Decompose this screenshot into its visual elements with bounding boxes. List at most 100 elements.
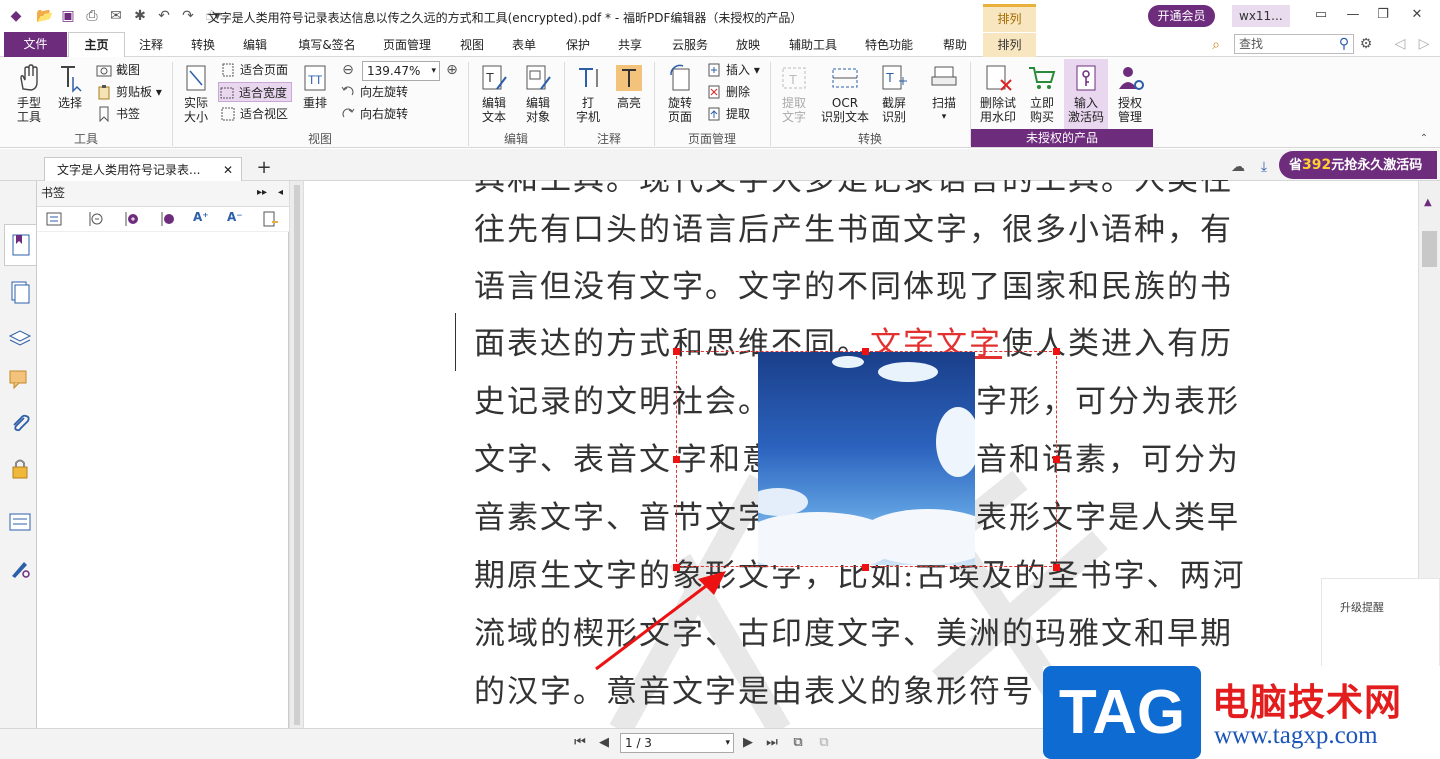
rotate-page-button[interactable]: 旋转 页面	[660, 63, 700, 124]
license-manage-button[interactable]: 授权 管理	[1110, 63, 1150, 124]
form-fields-icon[interactable]	[8, 510, 32, 534]
signature-icon[interactable]	[8, 556, 32, 580]
menu-arrange[interactable]: 排列	[983, 33, 1036, 57]
download-icon[interactable]: ⤓	[1256, 159, 1272, 175]
scroll-up-icon[interactable]: ▲	[1424, 197, 1432, 208]
menu-view[interactable]: 视图	[450, 33, 494, 57]
attachment-icon[interactable]	[8, 412, 32, 436]
scroll-thumb[interactable]	[1422, 231, 1437, 267]
rotate-left-button[interactable]: 向左旋转	[340, 82, 408, 102]
resize-handle[interactable]	[1053, 348, 1060, 355]
typewriter-button[interactable]: 打 字机	[570, 63, 606, 124]
delete-page-button[interactable]: 删除	[706, 82, 750, 102]
resize-handle[interactable]	[1053, 564, 1060, 571]
ocr-button[interactable]: OCR 识别文本	[818, 63, 872, 124]
restore-ribbon-icon[interactable]: ▭	[1306, 4, 1336, 26]
resize-handle[interactable]	[673, 348, 680, 355]
vip-button[interactable]: 开通会员	[1148, 5, 1215, 27]
insert-page-button[interactable]: 插入 ▾	[706, 60, 760, 80]
search-folder-icon[interactable]: ⌕	[1208, 37, 1224, 53]
menu-comment[interactable]: 注释	[128, 33, 174, 57]
next-view-icon[interactable]: ⧉	[816, 735, 832, 751]
clipboard-button[interactable]: 剪贴板 ▾	[96, 82, 162, 102]
maximize-icon[interactable]: ❐	[1368, 4, 1398, 26]
remove-watermark-button[interactable]: 删除试 用水印	[976, 63, 1020, 124]
zoom-in-icon[interactable]: ⊕	[444, 62, 460, 78]
zoom-select[interactable]: 139.47% ▾	[362, 61, 440, 81]
scan-button[interactable]: 扫描 ▾	[926, 63, 962, 124]
last-page-icon[interactable]: ⏭	[764, 735, 780, 751]
settings-icon[interactable]: ⚙	[1358, 36, 1374, 52]
collapse-ribbon-icon[interactable]: ⌃	[1416, 131, 1432, 147]
first-page-icon[interactable]: ⏮	[572, 735, 588, 751]
delete-bookmark-icon[interactable]	[87, 210, 105, 228]
next-page-icon[interactable]: ▶	[740, 735, 756, 751]
previous-view-icon[interactable]: ⧉	[790, 735, 806, 751]
forward-icon[interactable]: ▷	[1416, 36, 1432, 52]
document-tab[interactable]: 文字是人类用符号记录表... ✕	[44, 157, 242, 182]
new-tab-icon[interactable]: +	[256, 159, 272, 177]
menu-slideshow[interactable]: 放映	[726, 33, 770, 57]
menu-fill-sign[interactable]: 填写&签名	[288, 33, 366, 57]
context-tab-arrange[interactable]: 排列	[983, 4, 1036, 32]
bookmark-button[interactable]: 书签	[96, 104, 140, 124]
resize-handle[interactable]	[673, 456, 680, 463]
minimize-icon[interactable]: —	[1338, 4, 1368, 26]
edit-object-button[interactable]: 编辑 对象	[516, 63, 560, 124]
fit-page-button[interactable]: 适合页面	[220, 60, 288, 80]
lock-icon[interactable]	[8, 456, 32, 480]
edit-text-button[interactable]: T 编辑 文本	[474, 63, 514, 124]
screenshot-button[interactable]: 截图	[96, 60, 140, 80]
actual-size-button[interactable]: 实际 大小	[176, 63, 216, 124]
panel-splitter[interactable]	[289, 181, 304, 728]
resize-handle[interactable]	[1053, 456, 1060, 463]
menu-accessibility[interactable]: 辅助工具	[780, 33, 846, 57]
close-tab-icon[interactable]: ✕	[223, 158, 233, 183]
buy-now-button[interactable]: 立即 购买	[1022, 63, 1062, 124]
menu-page-manage[interactable]: 页面管理	[374, 33, 440, 57]
screen-ocr-button[interactable]: T 截屏 识别	[874, 63, 914, 124]
menu-share[interactable]: 共享	[608, 33, 652, 57]
expand-all-icon[interactable]	[45, 210, 63, 228]
enter-code-button[interactable]: 输入 激活码	[1064, 59, 1108, 129]
menu-convert[interactable]: 转换	[180, 33, 226, 57]
font-decrease-icon[interactable]: A⁻	[227, 210, 245, 228]
user-account[interactable]: wx11...	[1232, 5, 1290, 27]
menu-form[interactable]: 表单	[502, 33, 546, 57]
prev-page-icon[interactable]: ◀	[596, 735, 612, 751]
cloud-icon[interactable]: ☁	[1230, 159, 1246, 175]
collapse-panel-icon[interactable]: ◂	[278, 181, 283, 205]
comments-icon[interactable]	[8, 368, 32, 392]
menu-edit[interactable]: 编辑	[232, 33, 278, 57]
extract-page-button[interactable]: 提取	[706, 104, 750, 124]
search-icon[interactable]: ⚲	[1336, 36, 1352, 52]
promo-banner[interactable]: 省392元抢永久激活码	[1279, 151, 1437, 179]
font-increase-icon[interactable]: A⁺	[193, 210, 211, 228]
image-selection-box[interactable]	[676, 351, 1057, 567]
menu-help[interactable]: 帮助	[932, 33, 978, 57]
zoom-out-icon[interactable]: ⊖	[340, 62, 356, 78]
page-number-select[interactable]: 1 / 3 ▾	[620, 733, 734, 753]
rotate-right-button[interactable]: 向右旋转	[340, 104, 408, 124]
pages-icon[interactable]	[8, 280, 32, 304]
resize-handle[interactable]	[862, 564, 869, 571]
highlight-button[interactable]: 高亮	[610, 63, 648, 110]
menu-features[interactable]: 特色功能	[856, 33, 922, 57]
fit-width-button[interactable]: 适合宽度	[218, 82, 293, 102]
menu-home[interactable]: 主页	[68, 32, 125, 58]
search-bookmark-icon[interactable]	[159, 210, 177, 228]
fit-view-button[interactable]: 适合视区	[220, 104, 288, 124]
add-bookmark-icon[interactable]	[123, 210, 141, 228]
hand-tool-button[interactable]: 手型 工具	[8, 63, 50, 124]
panel-options-icon[interactable]: ▸▸	[257, 181, 267, 205]
extract-text-button[interactable]: T 提取 文字	[774, 63, 814, 124]
menu-protect[interactable]: 保护	[556, 33, 600, 57]
back-icon[interactable]: ◁	[1392, 36, 1408, 52]
menu-file[interactable]: 文件	[4, 32, 67, 57]
upgrade-notice[interactable]: 升级提醒	[1321, 578, 1440, 668]
menu-cloud[interactable]: 云服务	[664, 33, 716, 57]
layers-icon[interactable]	[8, 324, 32, 348]
resize-handle[interactable]	[862, 348, 869, 355]
close-icon[interactable]: ✕	[1402, 4, 1432, 26]
bookmark-options-icon[interactable]	[261, 210, 279, 228]
